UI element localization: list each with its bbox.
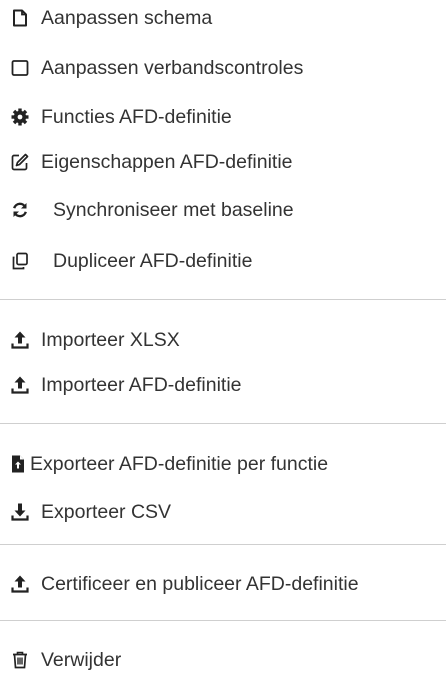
upload-icon xyxy=(10,574,30,594)
edit-icon xyxy=(10,152,30,172)
menu-item-label: Exporteer CSV xyxy=(41,501,172,523)
upload-icon xyxy=(10,330,30,350)
menu-item-functies[interactable]: Functies AFD-definitie xyxy=(0,99,446,135)
upload-icon xyxy=(10,375,30,395)
menu-item-synchroniseer[interactable]: Synchroniseer met baseline xyxy=(0,192,446,228)
copy-icon xyxy=(10,251,30,271)
menu-item-label: Verwijder xyxy=(41,649,122,671)
menu-item-aanpassen-schema[interactable]: Aanpassen schema xyxy=(0,0,446,36)
menu-item-exporteer-per-functie[interactable]: Exporteer AFD-definitie per functie xyxy=(0,446,446,482)
menu-divider xyxy=(0,423,446,424)
menu-item-label: Certificeer en publiceer AFD-definitie xyxy=(41,573,359,595)
menu-item-certificeer[interactable]: Certificeer en publiceer AFD-definitie xyxy=(0,566,446,602)
menu-item-importeer-xlsx[interactable]: Importeer XLSX xyxy=(0,322,446,358)
file-export-icon xyxy=(8,454,28,474)
menu-item-label: Aanpassen verbandscontroles xyxy=(41,57,304,79)
menu-divider xyxy=(0,299,446,300)
square-icon xyxy=(10,58,30,78)
sync-icon xyxy=(10,200,30,220)
menu-item-label: Importeer XLSX xyxy=(41,329,180,351)
menu-item-label: Dupliceer AFD-definitie xyxy=(53,250,253,272)
trash-icon xyxy=(10,650,30,670)
menu-item-eigenschappen[interactable]: Eigenschappen AFD-definitie xyxy=(0,144,446,180)
menu-item-importeer-afd[interactable]: Importeer AFD-definitie xyxy=(0,367,446,403)
menu-item-label: Functies AFD-definitie xyxy=(41,106,232,128)
menu-item-exporteer-csv[interactable]: Exporteer CSV xyxy=(0,494,446,530)
menu-item-label: Eigenschappen AFD-definitie xyxy=(41,151,293,173)
file-icon xyxy=(10,8,30,28)
menu-divider xyxy=(0,620,446,621)
menu-item-label: Importeer AFD-definitie xyxy=(41,374,242,396)
menu-item-verwijder[interactable]: Verwijder xyxy=(0,642,446,678)
menu-item-dupliceer[interactable]: Dupliceer AFD-definitie xyxy=(0,243,446,279)
menu-divider xyxy=(0,544,446,545)
menu-item-label: Aanpassen schema xyxy=(41,7,213,29)
menu-item-label: Exporteer AFD-definitie per functie xyxy=(30,453,329,475)
menu-item-label: Synchroniseer met baseline xyxy=(53,199,294,221)
download-icon xyxy=(10,502,30,522)
menu-item-aanpassen-verbandscontroles[interactable]: Aanpassen verbandscontroles xyxy=(0,50,446,86)
gear-icon xyxy=(10,107,30,127)
